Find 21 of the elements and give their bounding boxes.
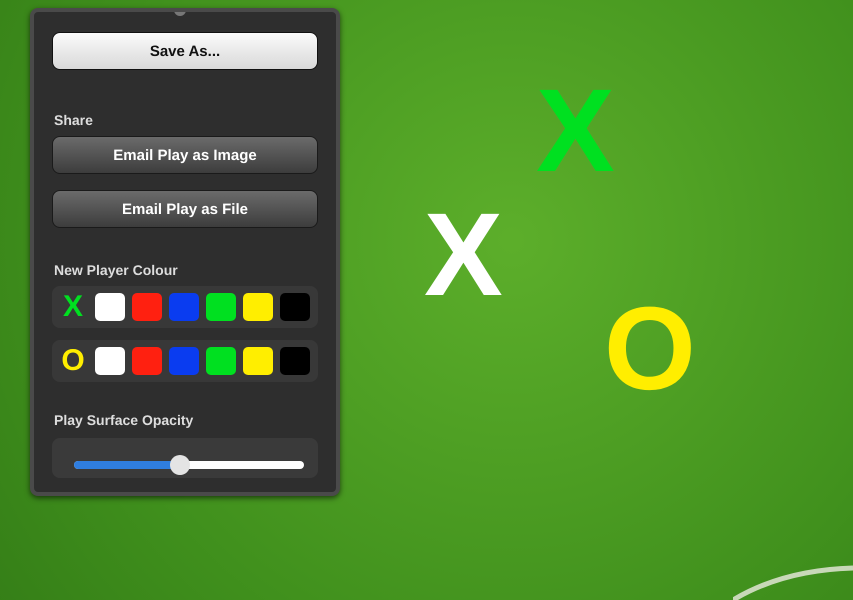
- colour-swatch[interactable]: [206, 347, 236, 375]
- colour-swatch[interactable]: [243, 347, 273, 375]
- section-label: Share: [54, 112, 94, 128]
- player-symbol: O: [60, 344, 86, 378]
- colour-swatch[interactable]: [206, 293, 236, 321]
- colour-swatch[interactable]: [280, 293, 310, 321]
- section-label: New Player Colour: [54, 262, 179, 278]
- section-label: Play Surface Opacity: [54, 412, 194, 428]
- slider-thumb[interactable]: [170, 455, 190, 475]
- email-button[interactable]: Email Play as Image: [52, 136, 318, 174]
- colour-swatch[interactable]: [132, 347, 162, 375]
- colour-swatch[interactable]: [95, 347, 125, 375]
- colour-swatch[interactable]: [132, 293, 162, 321]
- colour-swatch[interactable]: [169, 293, 199, 321]
- colour-swatch[interactable]: [95, 293, 125, 321]
- save-as-button[interactable]: Save As...: [52, 32, 318, 70]
- colour-swatch[interactable]: [169, 347, 199, 375]
- player-symbol: X: [62, 290, 84, 324]
- email-button[interactable]: Email Play as File: [52, 190, 318, 228]
- colour-swatch[interactable]: [243, 293, 273, 321]
- colour-swatch[interactable]: [280, 347, 310, 375]
